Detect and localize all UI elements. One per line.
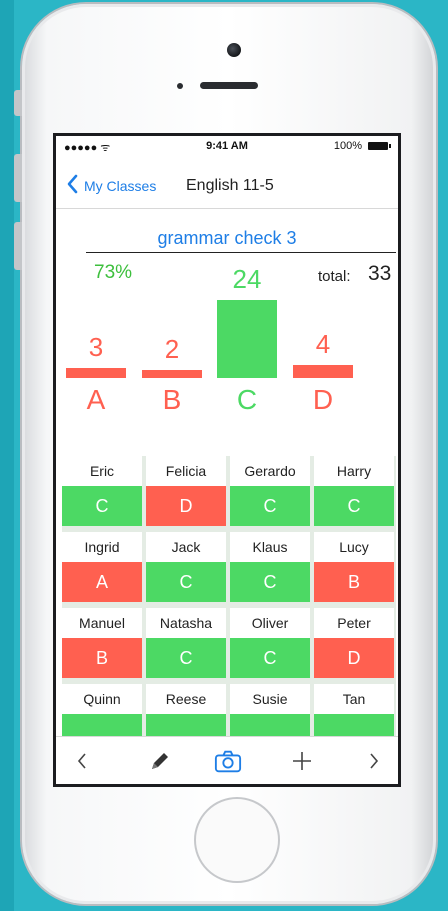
phone-frame: ●●●●● ᯤ 9:41 AM 100% My Classes English … — [14, 4, 436, 904]
student-answer: D — [146, 486, 226, 526]
chart-label-d: D — [312, 384, 334, 415]
student-answer: C — [230, 638, 310, 678]
chart-bar-d — [293, 365, 353, 378]
student-name: Tan — [314, 684, 394, 714]
student-name: Quinn — [62, 684, 142, 714]
chart-bar-b — [142, 370, 202, 378]
plus-icon[interactable] — [288, 747, 316, 775]
student-name: Manuel — [62, 608, 142, 638]
chart-bar-c — [217, 300, 277, 378]
student-answer: C — [146, 562, 226, 602]
answer-distribution-chart: 3 A 2 B 24 C 4 D — [56, 264, 398, 436]
status-bar: ●●●●● ᯤ 9:41 AM 100% — [56, 136, 398, 158]
student-cell[interactable]: Klaus C — [230, 532, 310, 602]
student-answer: A — [62, 562, 142, 602]
chart-count-a: 3 — [88, 332, 104, 362]
title-divider — [86, 252, 396, 253]
phone-screen: ●●●●● ᯤ 9:41 AM 100% My Classes English … — [53, 133, 401, 787]
sensor-dot — [177, 83, 183, 89]
class-title: English 11-5 — [186, 177, 274, 194]
total-label: total: — [318, 268, 351, 285]
student-name: Ingrid — [62, 532, 142, 562]
student-name: Eric — [62, 456, 142, 486]
student-answer — [146, 714, 226, 736]
student-cell[interactable]: Harry C — [314, 456, 394, 526]
battery-percent: 100% — [333, 140, 362, 152]
pencil-icon[interactable] — [146, 747, 174, 775]
background-stripe — [0, 0, 14, 911]
earpiece-speaker — [200, 82, 258, 89]
student-cell[interactable]: Jack C — [146, 532, 226, 602]
chart-bar-a — [66, 368, 126, 378]
volume-up-button — [14, 154, 22, 202]
mute-switch — [14, 90, 22, 116]
student-name: Natasha — [146, 608, 226, 638]
chevron-left-icon[interactable] — [66, 174, 78, 194]
student-cell[interactable]: Felicia D — [146, 456, 226, 526]
chart-count-d: 4 — [315, 329, 331, 359]
chart-label-a: A — [86, 384, 106, 415]
volume-down-button — [14, 222, 22, 270]
student-cell[interactable]: Lucy B — [314, 532, 394, 602]
student-answer: C — [314, 486, 394, 526]
home-button[interactable] — [194, 797, 280, 883]
student-name: Gerardo — [230, 456, 310, 486]
student-cell[interactable]: Eric C — [62, 456, 142, 526]
student-cell[interactable]: Reese — [146, 684, 226, 736]
front-camera — [227, 43, 241, 57]
student-name: Oliver — [230, 608, 310, 638]
student-cell[interactable]: Oliver C — [230, 608, 310, 678]
student-answer: C — [62, 486, 142, 526]
chart-count-c: 24 — [232, 264, 262, 294]
score-percent: 73% — [94, 262, 133, 283]
student-name: Klaus — [230, 532, 310, 562]
student-cell[interactable]: Ingrid A — [62, 532, 142, 602]
student-name: Reese — [146, 684, 226, 714]
student-answer — [62, 714, 142, 736]
student-name: Peter — [314, 608, 394, 638]
student-cell[interactable]: Natasha C — [146, 608, 226, 678]
student-answer: B — [62, 638, 142, 678]
student-answer: C — [230, 486, 310, 526]
student-cell[interactable]: Tan — [314, 684, 394, 736]
chart-label-c: C — [236, 384, 258, 415]
student-answer: C — [146, 638, 226, 678]
student-cell[interactable]: Quinn — [62, 684, 142, 736]
battery-icon — [368, 142, 391, 150]
camera-icon[interactable] — [214, 747, 242, 775]
bottom-toolbar — [56, 736, 398, 784]
student-name: Jack — [146, 532, 226, 562]
student-answer: D — [314, 638, 394, 678]
chevron-left-icon[interactable] — [68, 747, 96, 775]
student-name: Susie — [230, 684, 310, 714]
student-answer — [230, 714, 310, 736]
chart-label-b: B — [162, 384, 182, 415]
chevron-right-icon[interactable] — [360, 747, 388, 775]
student-cell[interactable]: Gerardo C — [230, 456, 310, 526]
student-name: Felicia — [146, 456, 226, 486]
student-answer: B — [314, 562, 394, 602]
chart-count-b: 2 — [164, 334, 180, 364]
navigation-bar: My Classes English 11-5 — [56, 164, 398, 209]
student-cell[interactable]: Susie — [230, 684, 310, 736]
back-button[interactable]: My Classes — [84, 178, 156, 194]
assignment-title[interactable]: grammar check 3 — [56, 228, 398, 249]
student-answer — [314, 714, 394, 736]
student-cell[interactable]: Manuel B — [62, 608, 142, 678]
student-answer: C — [230, 562, 310, 602]
student-name: Lucy — [314, 532, 394, 562]
student-name: Harry — [314, 456, 394, 486]
student-grid: Eric C Felicia D Gerardo C Harry C Ingrid A Jack C K… — [62, 456, 396, 736]
total-value: 33 — [368, 262, 392, 285]
student-cell[interactable]: Peter D — [314, 608, 394, 678]
